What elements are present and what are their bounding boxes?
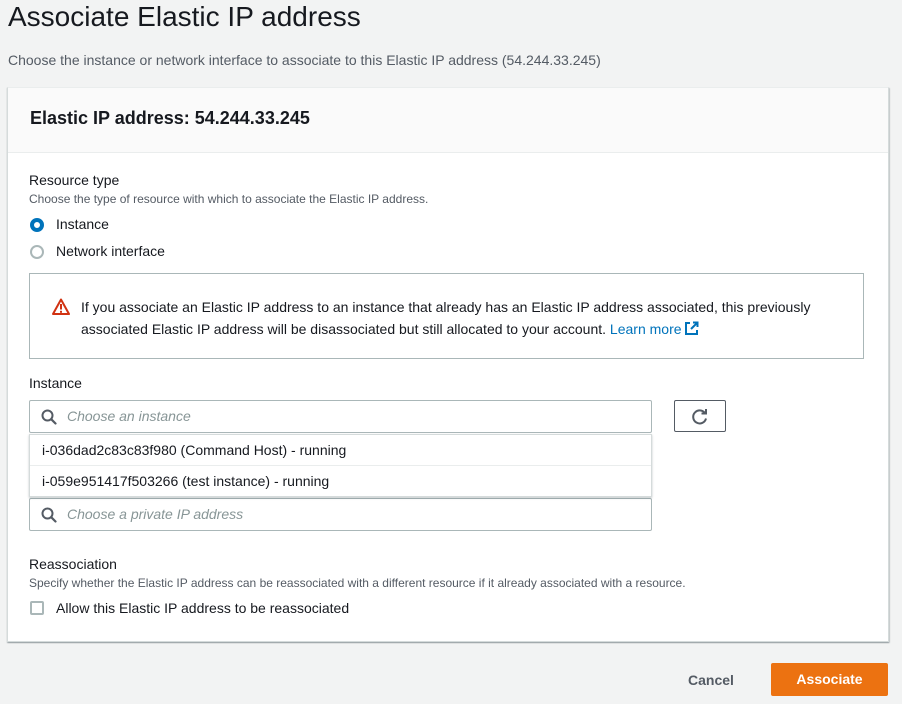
resource-type-label: Resource type xyxy=(29,172,120,188)
radio-network-interface[interactable] xyxy=(30,245,44,259)
page-title: Associate Elastic IP address xyxy=(8,1,361,32)
warning-alert: If you associate an Elastic IP address t… xyxy=(29,273,864,359)
instance-option[interactable]: i-036dad2c83c83f980 (Command Host) - run… xyxy=(30,435,651,466)
search-icon xyxy=(41,409,57,425)
external-link-icon[interactable] xyxy=(684,321,699,336)
instance-placeholder: Choose an instance xyxy=(67,408,191,424)
reassociate-checkbox[interactable] xyxy=(30,601,44,615)
search-icon xyxy=(41,507,57,523)
radio-instance[interactable] xyxy=(30,218,44,232)
page-description: Choose the instance or network interface… xyxy=(8,52,601,68)
refresh-button[interactable] xyxy=(674,400,726,432)
private-ip-placeholder: Choose a private IP address xyxy=(67,506,244,522)
resource-type-description: Choose the type of resource with which t… xyxy=(29,192,429,206)
private-ip-search-input[interactable]: Choose a private IP address xyxy=(29,498,652,531)
alert-text: If you associate an Elastic IP address t… xyxy=(81,299,811,337)
instance-option[interactable]: i-059e951417f503266 (test instance) - ru… xyxy=(30,466,651,497)
learn-more-link[interactable]: Learn more xyxy=(610,321,682,337)
reassociate-checkbox-label[interactable]: Allow this Elastic IP address to be reas… xyxy=(56,600,349,616)
panel-header: Elastic IP address: 54.244.33.245 xyxy=(8,88,888,153)
instance-label: Instance xyxy=(29,375,82,391)
panel-title: Elastic IP address: 54.244.33.245 xyxy=(30,108,310,128)
radio-instance-label[interactable]: Instance xyxy=(56,216,109,232)
warning-icon xyxy=(52,298,70,315)
radio-network-interface-label[interactable]: Network interface xyxy=(56,243,165,259)
refresh-icon xyxy=(692,409,707,425)
associate-button[interactable]: Associate xyxy=(771,663,888,696)
instance-search-input[interactable]: Choose an instance xyxy=(29,400,652,433)
instance-dropdown-list: i-036dad2c83c83f980 (Command Host) - run… xyxy=(29,434,652,497)
alert-message: If you associate an Elastic IP address t… xyxy=(81,296,851,340)
association-panel: Elastic IP address: 54.244.33.245 Resour… xyxy=(7,87,889,642)
reassociation-description: Specify whether the Elastic IP address c… xyxy=(29,576,686,590)
reassociation-label: Reassociation xyxy=(29,556,117,572)
cancel-button[interactable]: Cancel xyxy=(668,664,754,696)
